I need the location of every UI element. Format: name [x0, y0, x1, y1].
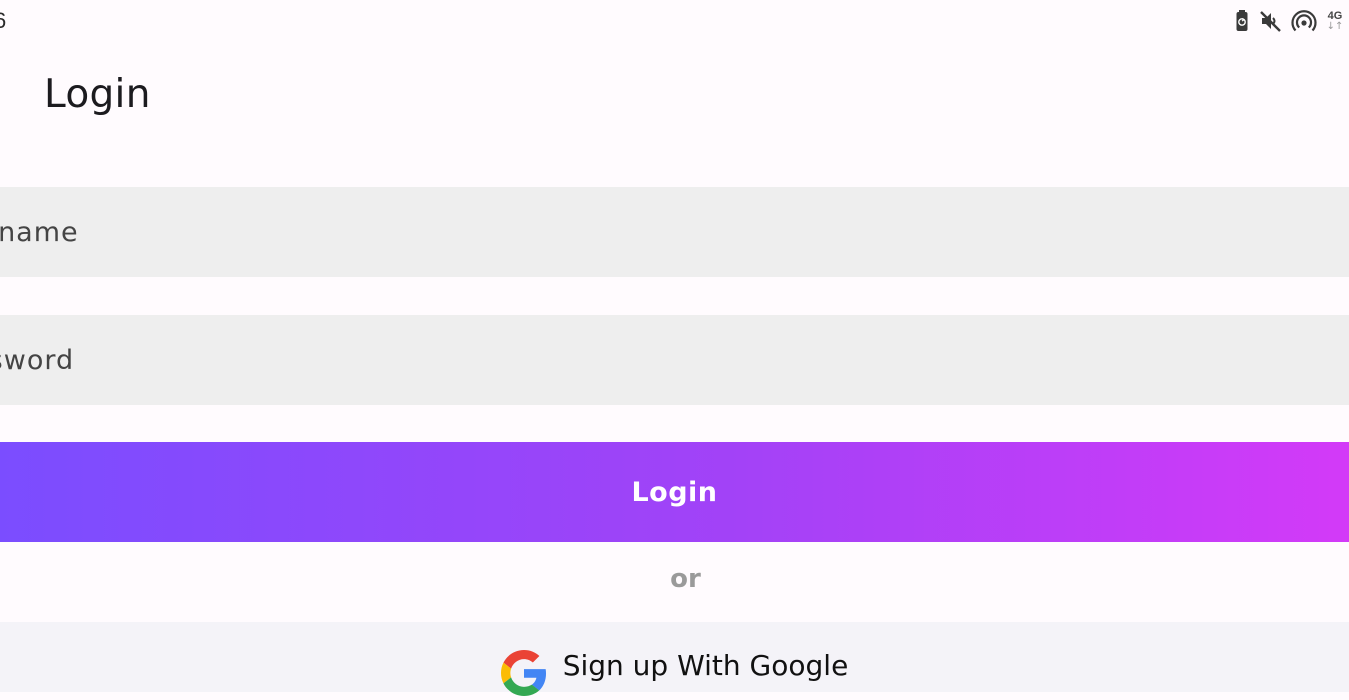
- hotspot-icon: [1291, 9, 1317, 33]
- network-label: 4G: [1327, 9, 1343, 22]
- password-field[interactable]: [0, 315, 1349, 405]
- google-signup-button[interactable]: Sign up With Google: [0, 622, 1349, 696]
- status-time: 6: [0, 8, 7, 33]
- status-bar: 6 4G ↓↑: [0, 0, 1349, 44]
- divider-text: or: [670, 564, 701, 594]
- google-signup-label: Sign up With Google: [562, 649, 849, 682]
- page-title: Login: [44, 72, 151, 117]
- login-button[interactable]: Login: [0, 442, 1349, 542]
- battery-saver-icon: [1235, 9, 1251, 33]
- mute-icon: [1259, 9, 1283, 33]
- network-4g-icon: 4G ↓↑: [1325, 9, 1345, 32]
- username-field[interactable]: [0, 187, 1349, 277]
- google-logo-icon: [500, 650, 547, 700]
- network-arrows: ↓↑: [1326, 20, 1344, 32]
- status-icons: 4G ↓↑: [1235, 9, 1345, 33]
